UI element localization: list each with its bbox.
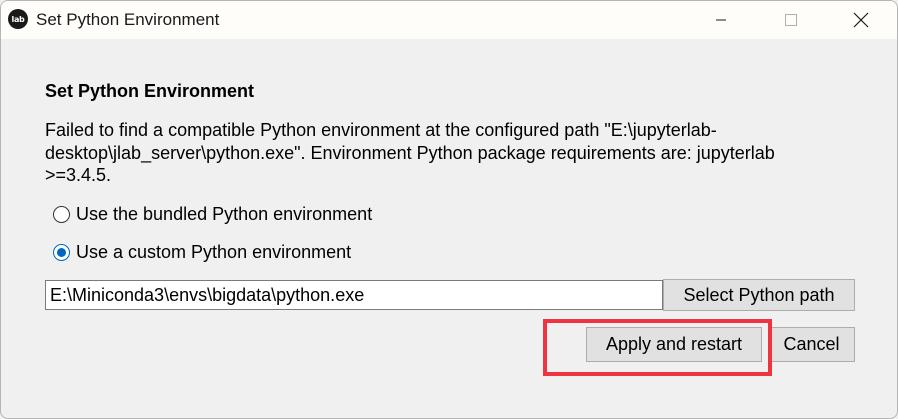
title-bar[interactable]: lab Set Python Environment <box>1 1 897 39</box>
jupyterlab-app-icon: lab <box>8 9 28 29</box>
custom-env-radio[interactable] <box>53 244 70 261</box>
maximize-icon <box>785 14 797 26</box>
dialog-window: lab Set Python Environment Set Python En… <box>0 0 898 419</box>
dialog-heading: Set Python Environment <box>45 81 255 101</box>
window-title: Set Python Environment <box>36 10 220 29</box>
apply-and-restart-button[interactable]: Apply and restart <box>586 327 762 362</box>
error-message: Failed to find a compatible Python envir… <box>45 120 775 185</box>
maximize-button[interactable] <box>767 1 815 39</box>
custom-env-option[interactable]: Use a custom Python environment <box>53 242 351 263</box>
cancel-button[interactable]: Cancel <box>768 327 855 362</box>
bundled-env-label: Use the bundled Python environment <box>76 204 373 224</box>
bundled-env-option[interactable]: Use the bundled Python environment <box>53 204 372 225</box>
select-python-path-button[interactable]: Select Python path <box>663 279 855 311</box>
minimize-button[interactable] <box>697 1 745 39</box>
custom-env-label: Use a custom Python environment <box>76 242 352 262</box>
close-icon <box>853 12 869 28</box>
dialog-content: Set Python Environment Failed to find a … <box>1 39 897 418</box>
bundled-env-radio[interactable] <box>53 206 70 223</box>
close-button[interactable] <box>837 1 885 39</box>
minimize-icon <box>716 19 726 21</box>
python-path-input[interactable] <box>45 280 663 310</box>
